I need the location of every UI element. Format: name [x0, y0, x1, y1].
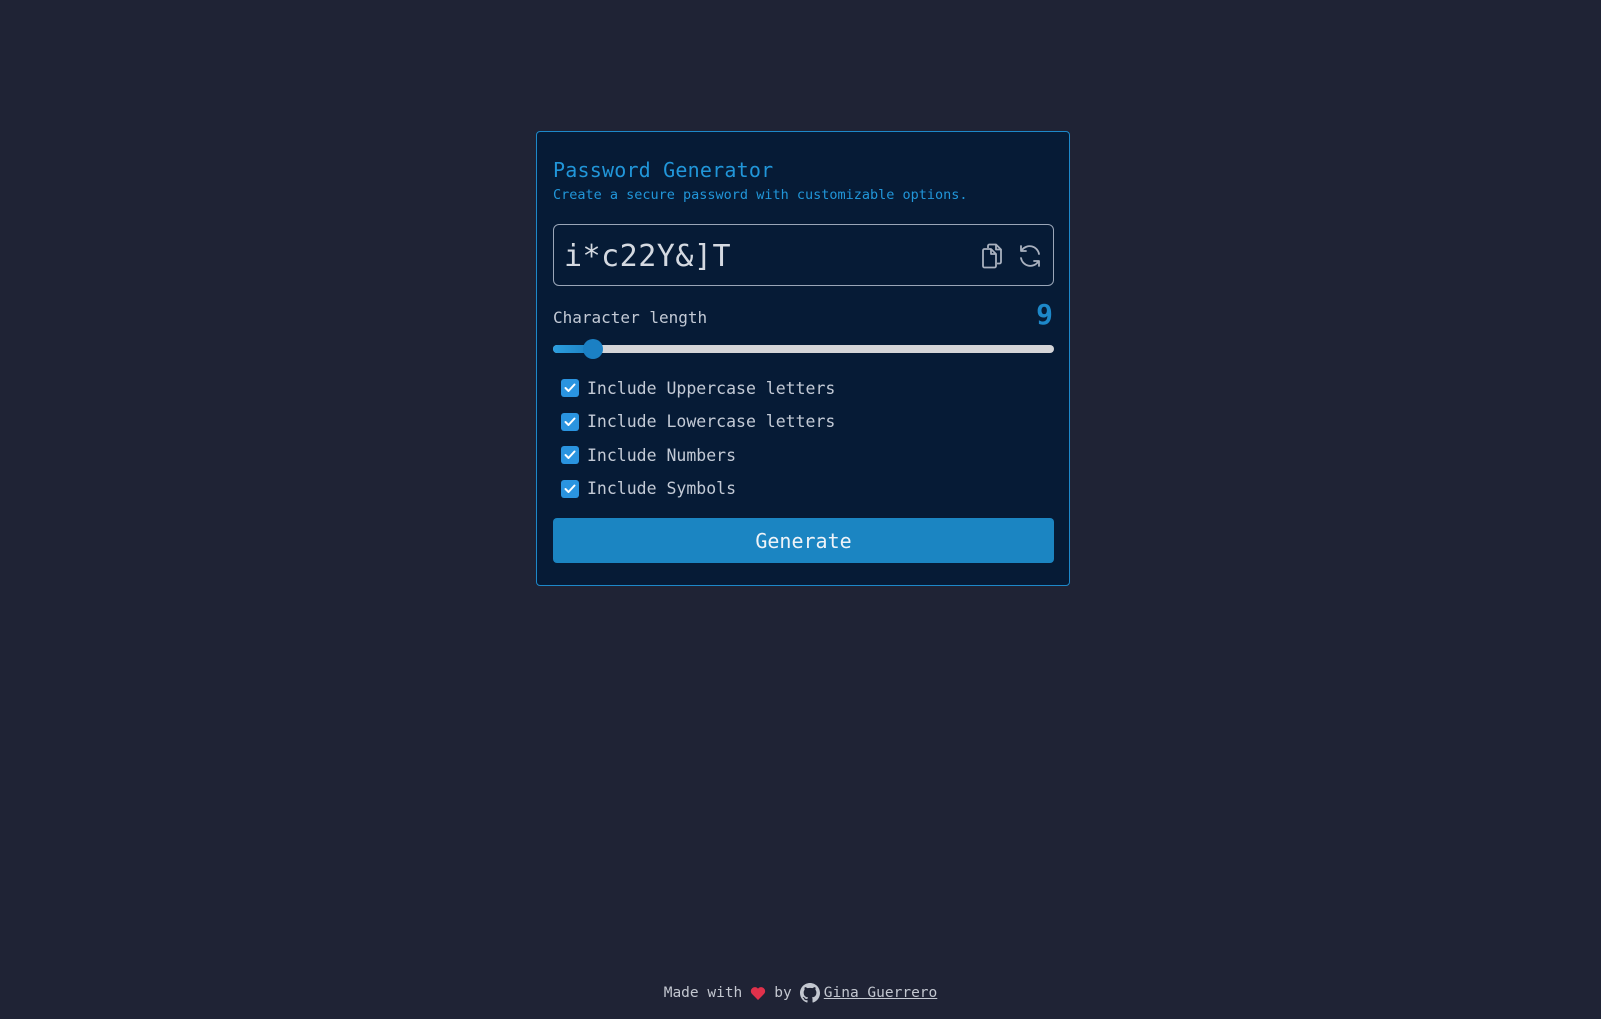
option-label: Include Symbols — [587, 479, 737, 499]
copy-icon — [982, 243, 1002, 269]
option-lowercase[interactable]: Include Lowercase letters — [561, 412, 835, 432]
password-text: i*c22Y&]T — [564, 239, 732, 274]
heart-icon — [750, 986, 766, 1001]
length-slider[interactable] — [553, 339, 1054, 359]
check-icon — [564, 450, 576, 460]
regenerate-button[interactable] — [1016, 242, 1044, 270]
password-generator-card: Password Generator Create a secure passw… — [536, 131, 1070, 586]
card-subtitle: Create a secure password with customizab… — [553, 187, 968, 203]
footer-by: by — [774, 985, 792, 1001]
slider-track — [553, 345, 1054, 353]
length-value: 9 — [1036, 298, 1053, 331]
footer-made-with: Made with — [663, 985, 743, 1001]
check-icon — [564, 484, 576, 493]
check-icon — [564, 383, 576, 392]
footer: Made with by Gina Guerrero — [0, 983, 1601, 1003]
github-icon — [799, 983, 820, 1003]
check-icon — [564, 417, 576, 426]
card-title: Password Generator — [553, 158, 774, 182]
option-label: Include Lowercase letters — [587, 412, 836, 432]
option-label: Include Uppercase letters — [587, 378, 836, 398]
option-symbols[interactable]: Include Symbols — [561, 479, 835, 499]
option-uppercase[interactable]: Include Uppercase letters — [561, 378, 835, 398]
copy-button[interactable] — [978, 242, 1006, 270]
generate-button[interactable]: Generate — [553, 518, 1054, 563]
refresh-icon — [1020, 245, 1040, 267]
option-numbers[interactable]: Include Numbers — [561, 445, 835, 465]
password-display: i*c22Y&]T — [553, 224, 1054, 286]
slider-thumb[interactable] — [583, 339, 604, 359]
numbers-checkbox[interactable] — [561, 446, 579, 465]
symbols-checkbox[interactable] — [561, 479, 579, 498]
lowercase-checkbox[interactable] — [561, 412, 579, 431]
options-list: Include Uppercase letters Include Lowerc… — [561, 378, 835, 512]
uppercase-checkbox[interactable] — [561, 379, 579, 397]
length-label: Character length — [553, 308, 708, 327]
author-link[interactable]: Gina Guerrero — [824, 985, 938, 1001]
option-label: Include Numbers — [587, 445, 737, 465]
